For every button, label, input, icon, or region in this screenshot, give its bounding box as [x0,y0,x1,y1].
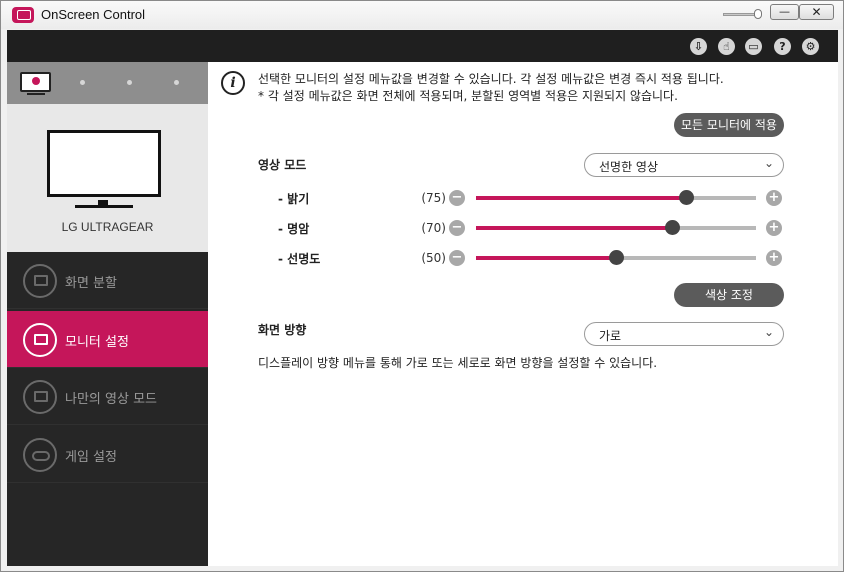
sidebar-item-label: 화면 분할 [65,276,117,291]
app-logo-icon [12,7,34,23]
title-bar[interactable]: OnScreen Control — ✕ [1,1,843,29]
brightness-increase-button[interactable]: + [766,190,782,206]
sharpness-increase-button[interactable]: + [766,250,782,266]
sharpness-decrease-button[interactable]: − [449,250,465,266]
picture-mode-label: 영상 모드 [258,158,307,172]
slider-fill [476,196,686,200]
info-icon: i [221,71,245,95]
orientation-select[interactable]: 가로 ⌄ [584,322,784,346]
chevron-down-icon: ⌄ [763,325,774,339]
slider-knob[interactable] [609,250,624,265]
gamepad-icon [23,438,57,472]
window-opacity-slider[interactable] [723,9,762,19]
color-adjust-button[interactable]: 색상 조정 [674,283,784,307]
sidebar-item-split-screen[interactable]: 화면 분할 [7,252,208,309]
display-icon[interactable]: ▭ [745,38,762,55]
info-text-line1: 선택한 모니터의 설정 메뉴값을 변경할 수 있습니다. 각 설정 메뉴값은 변… [258,72,724,86]
orientation-value: 가로 [599,329,622,343]
contrast-decrease-button[interactable]: − [449,220,465,236]
picture-mode-value: 선명한 영상 [599,160,659,174]
opacity-slider-knob[interactable] [754,9,762,19]
slider-fill [476,226,672,230]
download-icon[interactable]: ⇩ [690,38,707,55]
split-screen-icon [23,264,57,298]
sidebar-item-picture-mode[interactable]: 나만의 영상 모드 [7,368,208,425]
brightness-slider[interactable] [476,190,756,205]
close-button[interactable]: ✕ [799,4,834,20]
monitor-selector-strip [7,62,208,104]
monitor-screen-icon [47,130,161,197]
sidebar-item-label: 게임 설정 [65,450,117,465]
monitor-slot-dot[interactable] [127,80,132,85]
sidebar-item-monitor-settings[interactable]: 모니터 설정 [7,311,208,368]
top-toolbar: ⇩ ☝ ▭ ? ⚙ [7,30,838,62]
window-title: OnScreen Control [41,7,146,22]
main-panel: i 선택한 모니터의 설정 메뉴값을 변경할 수 있습니다. 각 설정 메뉴값은… [208,62,838,566]
contrast-increase-button[interactable]: + [766,220,782,236]
sidebar: LG ULTRAGEAR 화면 분할 모니터 설정 나만의 영상 모드 게임 설… [7,62,208,566]
sidebar-item-game-settings[interactable]: 게임 설정 [7,426,208,483]
apply-all-monitors-button[interactable]: 모든 모니터에 적용 [674,113,784,137]
monitor-slot-dot[interactable] [174,80,179,85]
picture-mode-icon [23,380,57,414]
slider-knob[interactable] [679,190,694,205]
slider-knob[interactable] [665,220,680,235]
contrast-value: (70) [421,221,446,235]
contrast-slider[interactable] [476,220,756,235]
contrast-label: - 명암 [278,222,310,236]
monitor-name: LG ULTRAGEAR [61,220,154,234]
settings-icon[interactable]: ⚙ [802,38,819,55]
brightness-value: (75) [421,191,446,205]
orientation-label: 화면 방향 [258,323,307,337]
info-text-line2: * 각 설정 메뉴값은 화면 전체에 적용되며, 분할된 영역별 적용은 지원되… [258,89,678,103]
pointer-icon[interactable]: ☝ [718,38,735,55]
monitor-stand-icon [27,93,45,95]
sharpness-slider[interactable] [476,250,756,265]
selected-monitor-icon[interactable] [20,72,51,92]
minimize-button[interactable]: — [770,4,799,20]
app-window: OnScreen Control — ✕ ⇩ ☝ ▭ ? ⚙ LG ULTRAG… [0,0,844,572]
monitor-slot-dot[interactable] [80,80,85,85]
brightness-label: - 밝기 [278,192,310,206]
sidebar-item-label: 나만의 영상 모드 [65,392,157,407]
monitor-base [75,205,133,208]
brightness-decrease-button[interactable]: − [449,190,465,206]
monitor-settings-icon [23,323,57,357]
chevron-down-icon: ⌄ [763,156,774,170]
sharpness-label: - 선명도 [278,252,321,266]
picture-mode-select[interactable]: 선명한 영상 ⌄ [584,153,784,177]
slider-fill [476,256,616,260]
help-icon[interactable]: ? [774,38,791,55]
sidebar-item-label: 모니터 설정 [65,335,129,350]
sharpness-value: (50) [421,251,446,265]
monitor-preview: LG ULTRAGEAR [7,104,208,252]
orientation-description: 디스플레이 방향 메뉴를 통해 가로 또는 세로로 화면 방향을 설정할 수 있… [258,356,658,370]
